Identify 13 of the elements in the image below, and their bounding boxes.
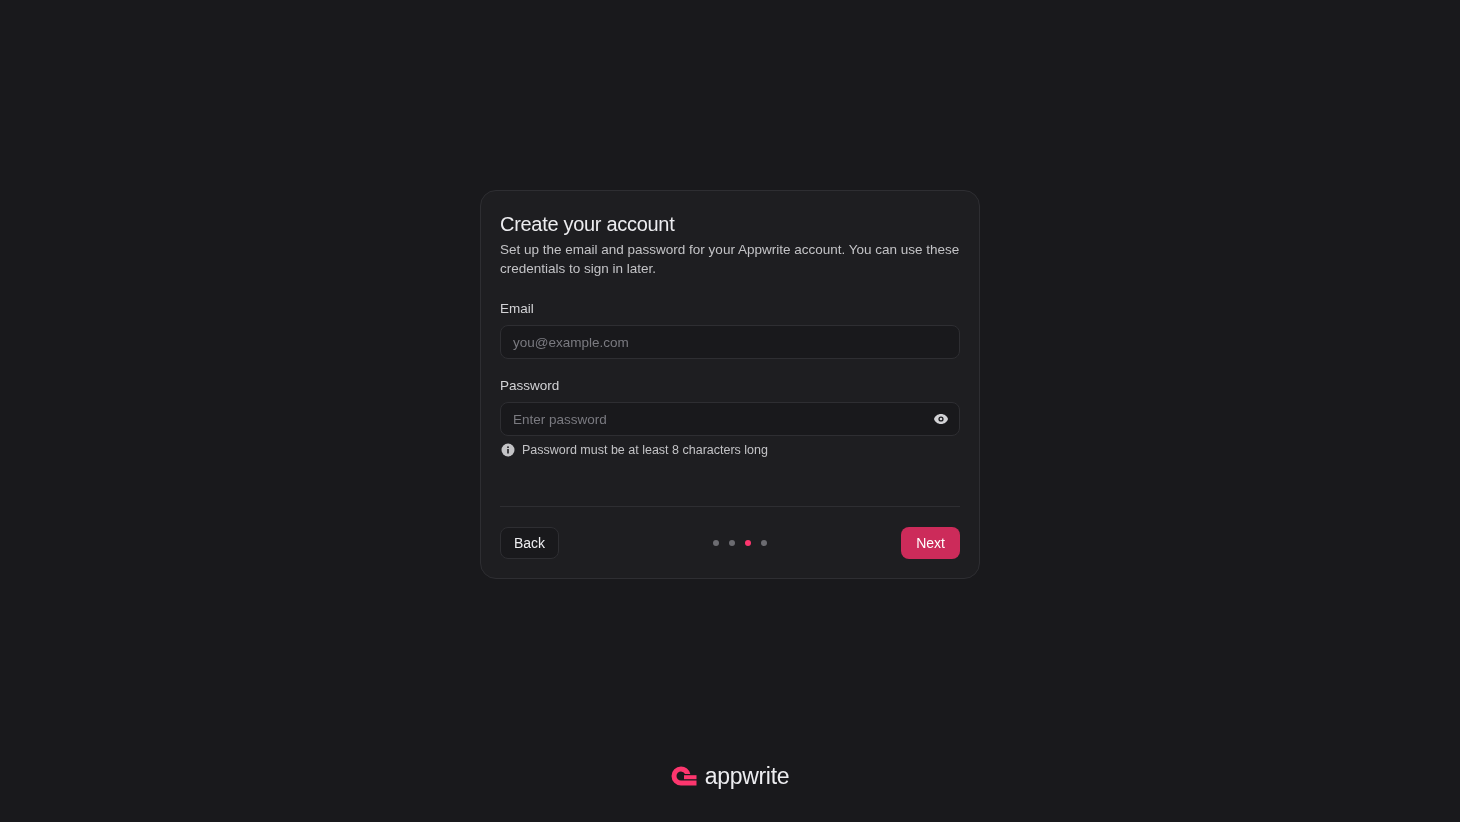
password-hint: Password must be at least 8 characters long [522,443,768,457]
card-description: Set up the email and password for your Appwrite account. You can use these credentials to sign in later. [500,241,960,278]
logo-wordmark: appwrite [704,763,790,790]
back-button[interactable]: Back [500,527,560,559]
field-label: Password [500,377,561,395]
eye-icon[interactable] [933,413,949,425]
info-icon [501,443,515,457]
password-field[interactable]: Enter password [500,402,960,436]
logo-icon [670,765,697,788]
next-button[interactable]: Next [901,527,960,559]
email-field[interactable]: you@example.com [500,325,960,359]
field-label: Email [500,300,535,318]
card-title: Create your account [500,212,676,237]
